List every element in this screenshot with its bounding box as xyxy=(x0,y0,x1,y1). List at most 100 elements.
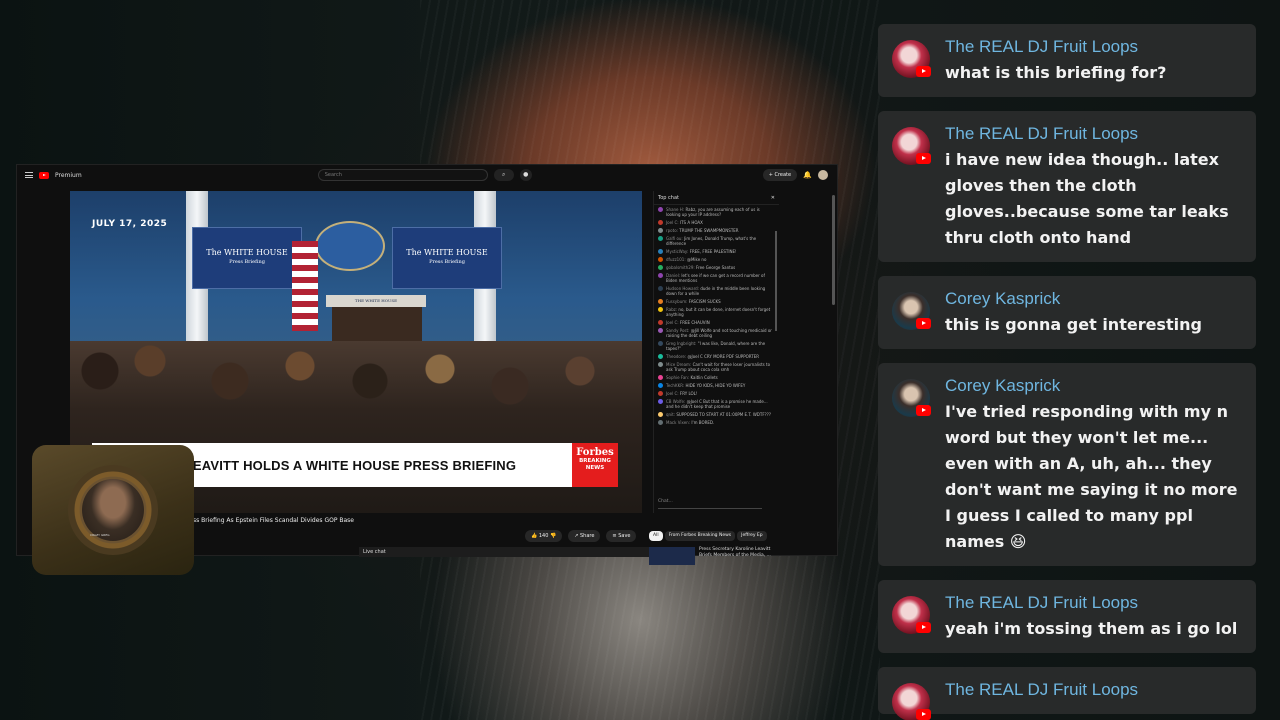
message-author[interactable]: qnit: xyxy=(666,412,675,417)
user-avatar[interactable] xyxy=(658,272,663,278)
mic-icon[interactable]: ● xyxy=(519,169,532,181)
chat-author: The REAL DJ Fruit Loops xyxy=(945,124,1139,143)
live-chat-message: TechKKR: HIDE YO KIDS, HIDE YO WIFEY xyxy=(654,381,779,389)
chat-message: this is gonna get interesting xyxy=(945,315,1202,334)
bell-icon[interactable]: 🔔 xyxy=(803,171,812,179)
message-author[interactable]: Mack Vixen: xyxy=(666,420,690,425)
youtube-live-chat: Top chat ✕ Shane H: Rabz, you are assumi… xyxy=(653,191,779,513)
live-chat-message: dfuzz101: @Mike no xyxy=(654,255,779,263)
live-chat-tab[interactable]: Live chat xyxy=(359,547,649,557)
message-text: dfuzz101: @Mike no xyxy=(666,257,706,262)
user-avatar[interactable] xyxy=(658,285,663,291)
message-body: ITS A HOAX xyxy=(679,219,703,225)
chat-author: The REAL DJ Fruit Loops xyxy=(945,37,1139,56)
panel-subtitle: Press Briefing xyxy=(429,259,465,265)
webcam-label: CRAZY GREG xyxy=(90,533,110,537)
like-button[interactable]: 👍 140 👎 xyxy=(525,530,563,542)
user-avatar[interactable] xyxy=(658,319,663,325)
related-video-item[interactable]: Press Secretary Karoline Leavitt Briefs … xyxy=(649,547,779,565)
filter-chip[interactable]: Jeffrey Ep xyxy=(737,531,767,541)
live-chat-message: Sophie Fan: Kaitlin Collets xyxy=(654,373,779,381)
user-avatar[interactable] xyxy=(658,411,663,417)
create-button[interactable]: + Create xyxy=(762,169,798,181)
user-avatar[interactable] xyxy=(658,206,663,212)
video-title: ress Briefing As Epstein Files Scandal D… xyxy=(187,517,354,524)
message-author[interactable]: Theodore: xyxy=(666,354,686,359)
chat-author: The REAL DJ Fruit Loops xyxy=(945,593,1139,612)
user-avatar[interactable] xyxy=(658,353,663,359)
live-chat-message: gobalsmith29: Free George Santos xyxy=(654,263,779,271)
chat-scrollbar[interactable] xyxy=(775,231,777,331)
live-chat-message: CB Wolfe: @Joel C But that is a promise … xyxy=(654,397,779,410)
live-chat-message: qnit: SUPPOSED TO START AT 01:00PM E.T. … xyxy=(654,410,779,418)
white-house-seal xyxy=(315,221,385,271)
menu-icon[interactable] xyxy=(25,172,33,178)
youtube-topbar: Premium Search ⌕ ● + Create 🔔 xyxy=(17,165,837,185)
user-avatar[interactable] xyxy=(658,327,663,333)
white-house-panel: The WHITE HOUSE Press Briefing xyxy=(392,227,502,289)
search-input[interactable]: Search xyxy=(317,169,488,181)
youtube-icon xyxy=(916,622,931,633)
message-author[interactable]: gobalsmith29: xyxy=(666,265,695,270)
top-chat-dropdown[interactable]: Top chat xyxy=(658,195,679,201)
message-text: Greg Ingbright: "I was like, Donald, whe… xyxy=(666,341,775,351)
user-avatar[interactable] xyxy=(658,419,663,425)
live-chat-message: Theodore: @Joel C CRY MORE PDF SUPPORTER xyxy=(654,352,779,360)
message-text: Mice Dream: Can't wait for these loser j… xyxy=(666,362,775,372)
message-author[interactable]: Joel C: xyxy=(666,391,679,396)
user-avatar[interactable] xyxy=(658,390,663,396)
like-count: 140 xyxy=(538,533,549,539)
user-avatar[interactable] xyxy=(658,340,663,346)
live-chat-message: Sandy Post: @Jill Wolfe and not touching… xyxy=(654,326,779,339)
youtube-logo-icon[interactable] xyxy=(39,171,49,179)
message-author[interactable]: rpoto: xyxy=(666,228,678,233)
message-author[interactable]: TechKKR: xyxy=(666,383,684,388)
message-author[interactable]: Joel C: xyxy=(666,320,679,325)
message-text: gobalsmith29: Free George Santos xyxy=(666,265,735,270)
filter-chip[interactable]: All xyxy=(649,531,663,541)
close-icon[interactable]: ✕ xyxy=(771,195,775,201)
live-chat-message: Fussybum: FASCISM SUCKS xyxy=(654,297,779,305)
live-chat-message: Shane H: Rabz, you are assuming each of … xyxy=(654,205,779,218)
message-author[interactable]: Fussybum: xyxy=(666,299,687,304)
chat-input[interactable]: Chat... xyxy=(658,499,762,509)
user-avatar[interactable] xyxy=(658,248,663,254)
live-chat-header: Top chat ✕ xyxy=(654,191,779,205)
user-avatar[interactable] xyxy=(658,227,663,233)
user-avatar[interactable] xyxy=(658,361,663,367)
podium-sign: THE WHITE HOUSE xyxy=(326,295,426,307)
filter-chips: All From Forbes Breaking News Jeffrey Ep xyxy=(649,521,779,541)
message-author[interactable]: dfuzz101: xyxy=(666,257,686,262)
panel-subtitle: Press Briefing xyxy=(229,259,265,265)
user-avatar[interactable] xyxy=(658,398,663,404)
message-body: FASCISM SUCKS xyxy=(688,298,721,304)
message-author[interactable]: Joel C: xyxy=(666,220,679,225)
user-avatar[interactable] xyxy=(658,306,663,312)
message-text: TechKKR: HIDE YO KIDS, HIDE YO WIFEY xyxy=(666,383,745,388)
message-text: rpoto: TRUMP THE SWAMPMONSTER xyxy=(666,228,739,233)
chat-author: Corey Kasprick xyxy=(945,289,1061,308)
live-chat-message: MysticWay: FREE, FREE PALESTINE! xyxy=(654,247,779,255)
user-avatar[interactable] xyxy=(658,235,663,241)
search-icon[interactable]: ⌕ xyxy=(493,169,514,181)
user-avatar[interactable] xyxy=(658,256,663,262)
user-avatar[interactable] xyxy=(658,374,663,380)
user-avatar[interactable] xyxy=(658,298,663,304)
message-author[interactable]: Sophie Fan: xyxy=(666,375,689,380)
filter-chip[interactable]: From Forbes Breaking News xyxy=(664,531,736,541)
page-scrollbar[interactable] xyxy=(832,195,835,305)
message-author[interactable]: MysticWay: xyxy=(666,249,688,254)
youtube-icon xyxy=(916,709,931,720)
message-text: CB Wolfe: @Joel C But that is a promise … xyxy=(666,399,775,409)
share-button[interactable]: ↗ Share xyxy=(568,530,601,542)
save-button[interactable]: ≡ Save xyxy=(606,530,637,542)
user-avatar[interactable] xyxy=(658,264,663,270)
live-chat-messages: Shane H: Rabz, you are assuming each of … xyxy=(654,205,779,426)
user-avatar[interactable] xyxy=(658,219,663,225)
message-body: @Mike no xyxy=(686,256,707,262)
account-avatar[interactable] xyxy=(817,170,828,180)
forbes-breaking: BREAKING xyxy=(579,458,611,464)
chat-message-card: Corey Kasprick this is gonna get interest… xyxy=(878,276,1256,349)
user-avatar[interactable] xyxy=(658,382,663,388)
live-chat-message: Rabz: no, but it can be done, internet d… xyxy=(654,305,779,318)
